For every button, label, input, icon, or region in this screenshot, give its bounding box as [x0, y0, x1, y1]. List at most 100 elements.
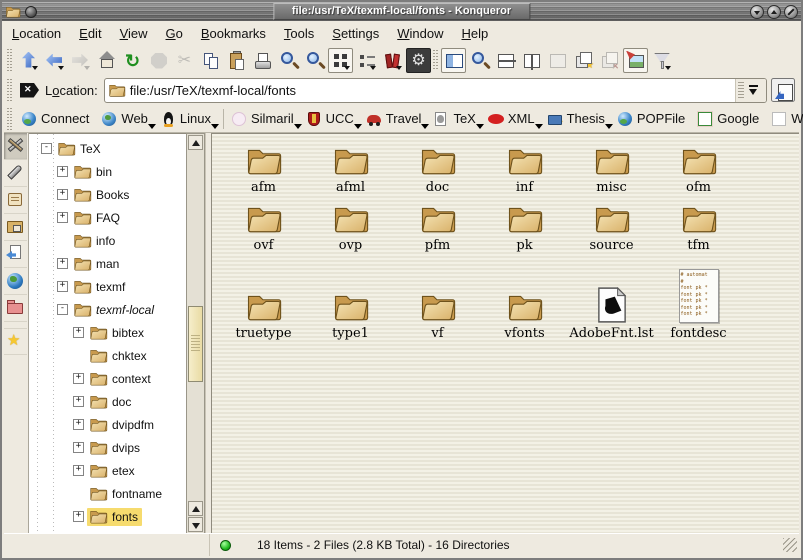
tree-item[interactable]: texmf-local: [29, 298, 186, 321]
tree-scrollbar[interactable]: [186, 133, 205, 534]
sidebar-tab-history[interactable]: [4, 187, 27, 214]
folder-tfm[interactable]: tfm: [655, 197, 742, 255]
tree-item[interactable]: fonts: [29, 505, 186, 528]
sidebar-tab-tools[interactable]: [4, 133, 27, 160]
icon-view-button[interactable]: [328, 48, 353, 73]
clear-location-icon[interactable]: [20, 83, 39, 98]
file-fontdesc[interactable]: # automat # font pk * font pk * font pk …: [655, 255, 742, 343]
combo-grip[interactable]: [738, 82, 744, 98]
sidebar-toggle-button[interactable]: [441, 48, 466, 73]
bookmark-tex[interactable]: TeX: [430, 109, 484, 129]
folder-misc[interactable]: misc: [568, 139, 655, 197]
tree-expander-icon[interactable]: [41, 143, 52, 154]
close-tab-button[interactable]: [597, 48, 622, 73]
menu-window[interactable]: Window: [397, 26, 443, 41]
folder-pk[interactable]: pk: [481, 197, 568, 255]
maximize-button[interactable]: [767, 5, 781, 19]
location-value[interactable]: file:/usr/TeX/texmf-local/fonts: [130, 83, 735, 98]
forward-button[interactable]: [68, 48, 93, 73]
menu-settings[interactable]: Settings: [332, 26, 379, 41]
minimize-button[interactable]: [750, 5, 764, 19]
sidebar-tab-bookmarks[interactable]: [4, 328, 27, 355]
sidebar-tab-root-folder[interactable]: [4, 295, 27, 322]
tree-expander-icon[interactable]: [73, 465, 84, 476]
tree-expander-icon[interactable]: [73, 373, 84, 384]
bookmark-linux[interactable]: Linux: [157, 109, 220, 129]
tree-expander-icon[interactable]: [57, 212, 68, 223]
tree-expander-icon[interactable]: [73, 396, 84, 407]
location-input[interactable]: file:/usr/TeX/texmf-local/fonts: [104, 78, 767, 103]
folder-type1[interactable]: type1: [307, 255, 394, 343]
tree-expander-icon[interactable]: [57, 258, 68, 269]
scroll-up-icon[interactable]: [188, 501, 203, 516]
bookmark-thesis[interactable]: Thesis: [544, 109, 614, 129]
tree-item[interactable]: context: [29, 367, 186, 390]
cut-button[interactable]: [172, 48, 197, 73]
home-button[interactable]: [94, 48, 119, 73]
sidebar-tab-flag[interactable]: [4, 160, 27, 187]
scroll-up-icon[interactable]: [188, 135, 203, 150]
tree-item[interactable]: TeX: [29, 137, 186, 160]
bookmark-popfile[interactable]: POPFile: [614, 109, 694, 129]
menu-help[interactable]: Help: [462, 26, 489, 41]
bookmarkbar-drag-handle[interactable]: [6, 108, 14, 130]
zoom-in-button[interactable]: [276, 48, 301, 73]
gear-button[interactable]: [406, 48, 431, 73]
scrollbar-thumb[interactable]: [188, 306, 203, 382]
menu-edit[interactable]: Edit: [79, 26, 101, 41]
tree-expander-icon[interactable]: [73, 327, 84, 338]
folder-inf[interactable]: inf: [481, 139, 568, 197]
bookmarks-button[interactable]: [380, 48, 405, 73]
tree-item[interactable]: Books: [29, 183, 186, 206]
bookmark-travel[interactable]: Travel: [363, 109, 431, 129]
paste-button[interactable]: [224, 48, 249, 73]
folder-ovf[interactable]: ovf: [220, 197, 307, 255]
folder-afml[interactable]: afml: [307, 139, 394, 197]
tree-item[interactable]: chktex: [29, 344, 186, 367]
go-button[interactable]: [771, 78, 795, 102]
split-horizontal-button[interactable]: [493, 48, 518, 73]
zoom-out-button[interactable]: [302, 48, 327, 73]
menu-go[interactable]: Go: [166, 26, 183, 41]
back-button[interactable]: [42, 48, 67, 73]
tree-expander-icon[interactable]: [73, 442, 84, 453]
stop-button[interactable]: [146, 48, 171, 73]
folder-doc[interactable]: doc: [394, 139, 481, 197]
file-adobefnt[interactable]: AdobeFnt.lst: [568, 255, 655, 343]
bookmark-connect[interactable]: Connect: [18, 109, 98, 129]
bookmark-ucc[interactable]: UCC: [303, 109, 363, 129]
tree-item[interactable]: fontname: [29, 482, 186, 505]
folder-truetype[interactable]: truetype: [220, 255, 307, 343]
reload-button[interactable]: [120, 48, 145, 73]
sticky-button[interactable]: [25, 6, 37, 18]
tree-item[interactable]: man: [29, 252, 186, 275]
folder-vf[interactable]: vf: [394, 255, 481, 343]
sidebar-tab-network[interactable]: [4, 268, 27, 295]
tree-expander-icon[interactable]: [57, 304, 68, 315]
folder-pfm[interactable]: pfm: [394, 197, 481, 255]
folder-afm[interactable]: afm: [220, 139, 307, 197]
list-view-button[interactable]: [354, 48, 379, 73]
folder-ovp[interactable]: ovp: [307, 197, 394, 255]
toolbar-drag-handle[interactable]: [6, 49, 14, 71]
bookmark-xml[interactable]: XML: [485, 109, 544, 129]
filter-button[interactable]: [649, 48, 674, 73]
folder-source[interactable]: source: [568, 197, 655, 255]
tree-expander-icon[interactable]: [57, 281, 68, 292]
tree-item[interactable]: bin: [29, 160, 186, 183]
close-button[interactable]: [784, 5, 798, 19]
tree-item[interactable]: texmf: [29, 275, 186, 298]
bookmark-web[interactable]: Web: [98, 109, 157, 129]
bookmark-wikipedia[interactable]: Wikipedia: [768, 109, 803, 129]
resize-grip-icon[interactable]: [783, 538, 797, 552]
split-vertical-button[interactable]: [519, 48, 544, 73]
title-bar[interactable]: file:/usr/TeX/texmf-local/fonts - Konque…: [2, 2, 801, 21]
scroll-down-icon[interactable]: [188, 517, 203, 532]
tree-item[interactable]: dvips: [29, 436, 186, 459]
menu-view[interactable]: View: [120, 26, 148, 41]
new-tab-button[interactable]: [571, 48, 596, 73]
menu-tools[interactable]: Tools: [284, 26, 314, 41]
print-button[interactable]: [250, 48, 275, 73]
tree-item[interactable]: etex: [29, 459, 186, 482]
locationbar-drag-handle[interactable]: [6, 79, 14, 101]
